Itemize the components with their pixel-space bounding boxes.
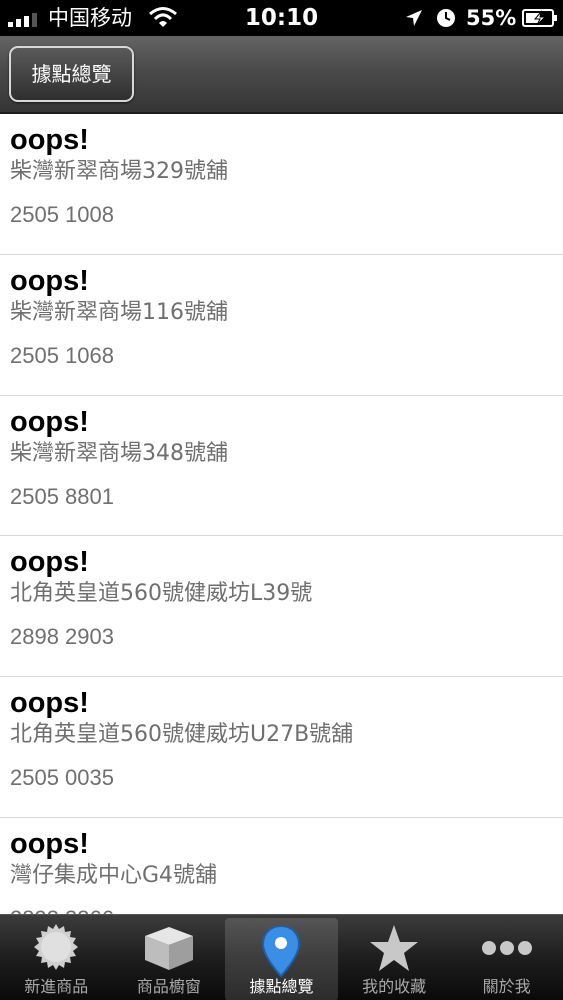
list-item[interactable]: oops! 柴灣新翠商場329號舖 2505 1008 xyxy=(0,114,563,255)
tab-new-products[interactable]: 新進商品 xyxy=(0,915,113,1000)
tab-product-showcase[interactable]: 商品櫥窗 xyxy=(113,915,226,1000)
list-item[interactable]: oops! 柴灣新翠商場348號舖 2505 8801 xyxy=(0,396,563,537)
store-phone: 2893 3366 xyxy=(10,905,114,914)
store-name: oops! xyxy=(10,827,89,860)
status-bar: 中国移动 10:10 55% xyxy=(0,0,563,36)
tab-about-me[interactable]: 關於我 xyxy=(450,915,563,1000)
store-address: 北角英皇道560號健威坊U27B號舖 xyxy=(10,722,354,748)
tab-label: 新進商品 xyxy=(24,977,89,996)
map-pin-icon xyxy=(225,924,338,978)
navigation-bar: 據點總覽 xyxy=(0,36,563,114)
location-icon xyxy=(404,8,424,32)
star-icon xyxy=(338,923,451,973)
store-name: oops! xyxy=(10,264,89,297)
tab-label: 我的收藏 xyxy=(362,977,427,996)
store-address: 柴灣新翠商場116號舖 xyxy=(10,299,228,325)
store-phone: 2505 1068 xyxy=(10,342,114,368)
battery-percent: 55% xyxy=(466,6,517,30)
list-item[interactable]: oops! 灣仔集成中心G4號舖 2893 3366 xyxy=(0,818,563,914)
store-address: 灣仔集成中心G4號舖 xyxy=(10,862,218,888)
store-address: 柴灣新翠商場329號舖 xyxy=(10,159,228,184)
store-address: 北角英皇道560號健威坊L39號 xyxy=(10,581,313,607)
tab-my-favorites[interactable]: 我的收藏 xyxy=(338,915,451,1000)
store-name: oops! xyxy=(10,124,89,156)
store-list[interactable]: oops! 柴灣新翠商場329號舖 2505 1008 oops! 柴灣新翠商場… xyxy=(0,114,563,914)
list-item[interactable]: oops! 北角英皇道560號健威坊U27B號舖 2505 0035 xyxy=(0,677,563,818)
store-name: oops! xyxy=(10,546,89,579)
badge-icon xyxy=(0,923,113,973)
store-phone: 2505 0035 xyxy=(10,765,114,791)
clock-icon xyxy=(436,8,456,32)
battery-icon xyxy=(522,8,558,32)
tab-label: 商品櫥窗 xyxy=(136,977,201,996)
store-phone: 2505 1008 xyxy=(10,202,114,227)
locations-overview-button[interactable]: 據點總覽 xyxy=(9,46,134,102)
tab-bar: 新進商品 商品櫥窗 據點總覽 我的收藏 關於我 xyxy=(0,914,563,1000)
tab-label: 關於我 xyxy=(482,977,531,996)
box-icon xyxy=(113,923,226,973)
store-address: 柴灣新翠商場348號舖 xyxy=(10,440,228,466)
store-name: oops! xyxy=(10,405,89,438)
list-item[interactable]: oops! 北角英皇道560號健威坊L39號 2898 2903 xyxy=(0,536,563,678)
tab-label: 據點總覽 xyxy=(249,977,314,996)
store-phone: 2898 2903 xyxy=(10,624,114,650)
store-name: oops! xyxy=(10,687,89,720)
tab-locations-overview[interactable]: 據點總覽 xyxy=(225,918,338,1000)
store-phone: 2505 8801 xyxy=(10,483,114,509)
more-icon xyxy=(450,923,563,973)
list-item[interactable]: oops! 柴灣新翠商場116號舖 2505 1068 xyxy=(0,255,563,396)
